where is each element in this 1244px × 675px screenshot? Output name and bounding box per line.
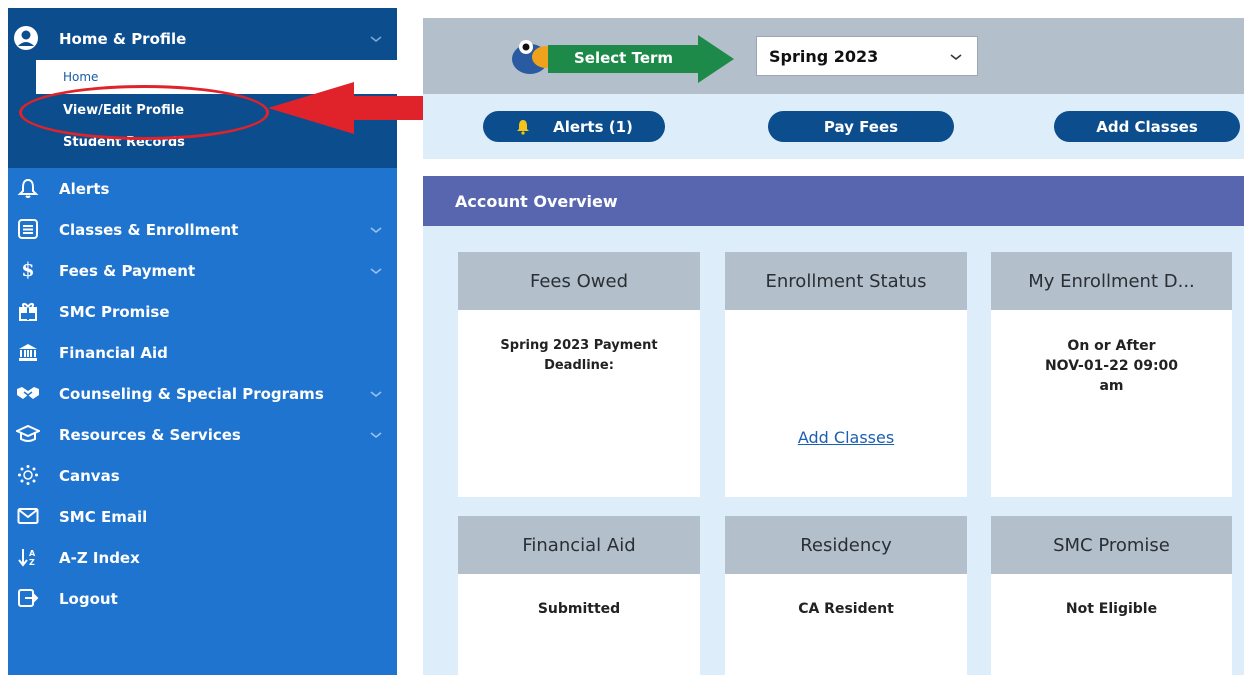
list-icon (15, 216, 41, 242)
gift-icon (15, 298, 41, 324)
account-overview-panel: Account Overview Fees Owed Spring 2023 P… (423, 176, 1244, 675)
sidebar-item-financial-aid[interactable]: Financial Aid (8, 332, 397, 373)
sidebar-item-label: Classes & Enrollment (59, 221, 239, 239)
pay-fees-button-label: Pay Fees (823, 117, 899, 136)
sidebar-item-logout[interactable]: Logout (8, 578, 397, 619)
subitem-home-label: Home (63, 70, 99, 84)
sidebar-item-label: Counseling & Special Programs (59, 385, 324, 403)
card-title: Financial Aid (458, 516, 700, 574)
graduation-cap-icon (15, 421, 41, 447)
account-overview-title: Account Overview (455, 192, 618, 211)
card-title: My Enrollment D... (991, 252, 1232, 310)
card-line: Deadline: (544, 358, 614, 373)
sidebar-item-classes-enrollment[interactable]: Classes & Enrollment (8, 209, 397, 250)
add-classes-button-label: Add Classes (1096, 117, 1198, 136)
card-line: Not Eligible (1065, 601, 1158, 617)
sidebar-item-label: Financial Aid (59, 344, 168, 362)
alerts-button-label: Alerts (1) (553, 117, 633, 136)
account-overview-header: Account Overview (423, 176, 1244, 226)
term-dropdown[interactable]: Spring 2023 (756, 36, 978, 76)
sidebar-item-counseling[interactable]: Counseling & Special Programs (8, 373, 397, 414)
card-line: On or After (1067, 338, 1156, 354)
add-classes-link[interactable]: Add Classes (725, 428, 967, 447)
dollar-icon: $ (21, 259, 35, 281)
logout-icon (15, 585, 41, 611)
card-line: Spring 2023 Payment (500, 338, 658, 353)
select-term-label: Select Term (574, 49, 674, 67)
bell-icon (517, 119, 530, 135)
card-financial-aid: Financial Aid Submitted (458, 516, 700, 675)
card-residency: Residency CA Resident (725, 516, 967, 675)
alerts-button[interactable]: Alerts (1) (483, 111, 665, 142)
card-line: Submitted (537, 601, 621, 617)
svg-text:A: A (29, 549, 36, 558)
sidebar-item-smc-email[interactable]: SMC Email (8, 496, 397, 537)
term-dropdown-value: Spring 2023 (769, 47, 879, 66)
sidebar-item-alerts[interactable]: Alerts (8, 168, 397, 209)
card-line: am (1099, 378, 1124, 394)
chevron-down-icon (370, 36, 382, 42)
envelope-icon (15, 503, 41, 529)
sidebar-item-label: Logout (59, 590, 118, 608)
card-title: Enrollment Status (725, 252, 967, 310)
sort-az-icon: AZ (15, 544, 41, 570)
sidebar-item-fees-payment[interactable]: $ Fees & Payment (8, 250, 397, 291)
sidebar-item-label: Alerts (59, 180, 110, 198)
sidebar-item-label: SMC Promise (59, 303, 170, 321)
card-title: Residency (725, 516, 967, 574)
sidebar-item-label: SMC Email (59, 508, 148, 526)
sidebar-item-a-z-index[interactable]: AZ A-Z Index (8, 537, 397, 578)
quick-actions-bar: Alerts (1) Pay Fees Add Classes (423, 94, 1244, 159)
card-line: NOV-01-22 09:00 (1044, 358, 1179, 374)
annotation-oval (19, 85, 269, 140)
sidebar-item-resources-services[interactable]: Resources & Services (8, 414, 397, 455)
bell-icon (15, 175, 41, 201)
sidebar-item-label: Fees & Payment (59, 262, 196, 280)
sidebar-item-label: Canvas (59, 467, 120, 485)
menu-item-home-profile[interactable]: Home & Profile (8, 16, 397, 60)
card-title: SMC Promise (991, 516, 1232, 574)
chevron-down-icon (370, 432, 382, 438)
menu-label-home-profile: Home & Profile (59, 30, 187, 48)
svg-text:Z: Z (29, 558, 35, 567)
card-fees-owed: Fees Owed Spring 2023 Payment Deadline: (458, 252, 700, 497)
card-enrollment-status: Enrollment Status Add Classes (725, 252, 967, 497)
pay-fees-button[interactable]: Pay Fees (768, 111, 954, 142)
chevron-down-icon (370, 391, 382, 397)
handshake-icon (15, 380, 41, 406)
sidebar-item-smc-promise[interactable]: SMC Promise (8, 291, 397, 332)
canvas-icon (15, 462, 41, 488)
card-line: CA Resident (798, 601, 894, 617)
add-classes-button[interactable]: Add Classes (1054, 111, 1240, 142)
card-smc-promise: SMC Promise Not Eligible (991, 516, 1232, 675)
sidebar-item-canvas[interactable]: Canvas (8, 455, 397, 496)
bank-icon (15, 339, 41, 365)
chevron-down-icon (370, 227, 382, 233)
user-icon (13, 25, 39, 55)
sidebar-item-label: Resources & Services (59, 426, 241, 444)
card-enrollment-date: My Enrollment D... On or After NOV-01-22… (991, 252, 1232, 497)
card-title: Fees Owed (458, 252, 700, 310)
chevron-down-icon (950, 54, 962, 60)
chevron-down-icon (370, 268, 382, 274)
sidebar-item-label: A-Z Index (59, 549, 140, 567)
